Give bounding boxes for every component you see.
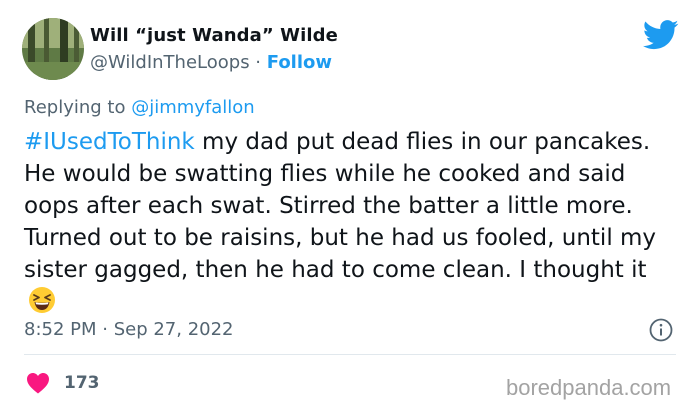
heart-icon[interactable]	[26, 372, 50, 394]
replying-to: Replying to @jimmyfallon	[24, 97, 255, 118]
twitter-bird-icon[interactable]	[643, 20, 679, 50]
info-icon[interactable]	[649, 318, 673, 342]
author-name[interactable]: Will “just Wanda” Wilde	[90, 25, 338, 46]
like-count[interactable]: 173	[64, 373, 100, 393]
grinning-squinting-face-icon	[29, 287, 55, 313]
replying-mention-link[interactable]: @jimmyfallon	[131, 97, 255, 118]
follow-button[interactable]: Follow	[267, 52, 332, 73]
tweet-text: #IUsedToThink my dad put dead flies in o…	[24, 126, 674, 318]
tweet-timestamp[interactable]: 8:52 PM · Sep 27, 2022	[24, 319, 234, 340]
divider	[24, 354, 676, 355]
author-handle-row: @WildInTheLoops · Follow	[90, 52, 332, 73]
watermark: boredpanda.com	[506, 375, 672, 400]
separator: ·	[249, 52, 267, 73]
author-handle[interactable]: @WildInTheLoops	[90, 52, 250, 73]
avatar[interactable]	[22, 18, 84, 80]
hashtag-link[interactable]: #IUsedToThink	[24, 129, 195, 155]
replying-prefix: Replying to	[24, 97, 132, 118]
